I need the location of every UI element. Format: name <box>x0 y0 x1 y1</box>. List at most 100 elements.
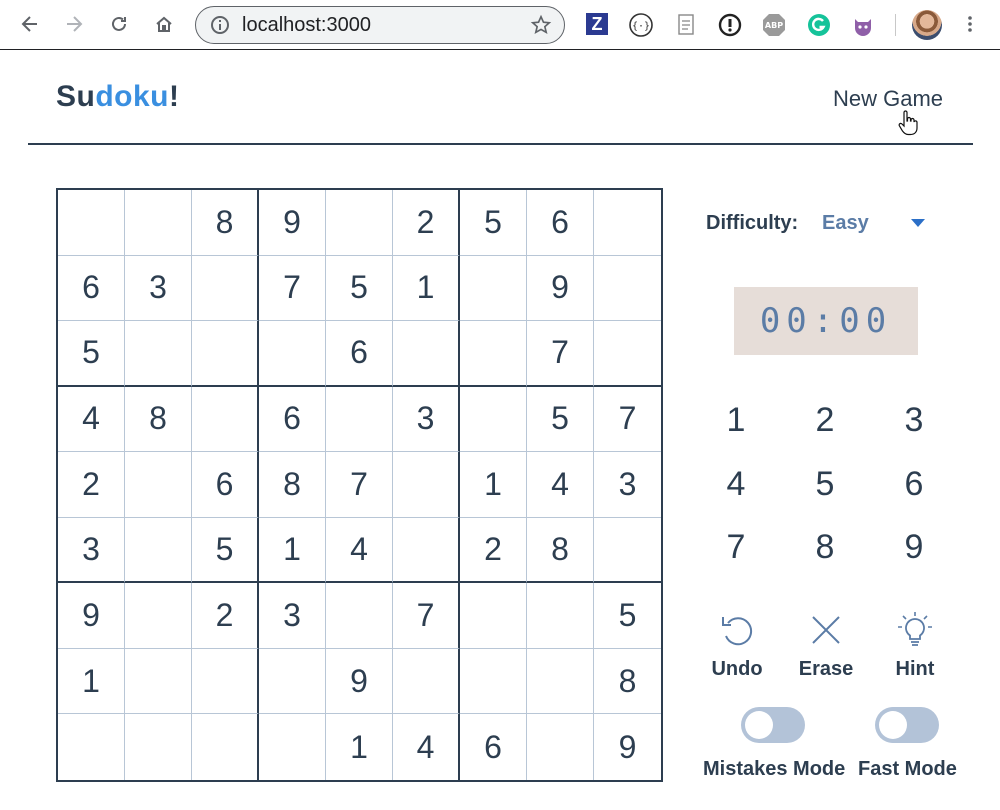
numpad-key-1[interactable]: 1 <box>711 395 761 445</box>
sudoku-cell-r1c3[interactable]: 8 <box>192 190 259 256</box>
sudoku-cell-r8c8[interactable] <box>527 648 594 715</box>
sudoku-cell-r5c2[interactable] <box>125 452 192 518</box>
numpad-key-2[interactable]: 2 <box>800 395 850 445</box>
sudoku-cell-r4c4[interactable]: 6 <box>259 386 326 453</box>
sudoku-cell-r6c7[interactable]: 2 <box>460 517 527 584</box>
sudoku-cell-r4c3[interactable] <box>192 386 259 453</box>
sudoku-cell-r5c7[interactable]: 1 <box>460 452 527 518</box>
forward-button[interactable] <box>60 10 88 38</box>
sudoku-cell-r4c2[interactable]: 8 <box>125 386 192 453</box>
sudoku-cell-r2c7[interactable] <box>460 255 527 322</box>
sudoku-cell-r6c9[interactable] <box>594 518 661 584</box>
sudoku-cell-r7c7[interactable] <box>460 583 527 649</box>
sudoku-cell-r6c3[interactable]: 5 <box>192 517 259 584</box>
sudoku-cell-r5c5[interactable]: 7 <box>326 452 393 518</box>
sudoku-cell-r2c6[interactable]: 1 <box>393 255 460 322</box>
profile-avatar[interactable] <box>912 10 942 40</box>
sudoku-cell-r6c2[interactable] <box>125 517 192 584</box>
sudoku-cell-r6c8[interactable]: 8 <box>527 517 594 584</box>
sudoku-cell-r3c5[interactable]: 6 <box>326 321 393 387</box>
sudoku-cell-r7c3[interactable]: 2 <box>192 583 259 649</box>
sudoku-cell-r7c1[interactable]: 9 <box>58 583 125 649</box>
sudoku-cell-r9c2[interactable] <box>125 714 192 780</box>
sudoku-cell-r9c7[interactable]: 6 <box>460 714 527 780</box>
sudoku-cell-r6c6[interactable] <box>393 517 460 584</box>
sudoku-cell-r3c3[interactable] <box>192 321 259 387</box>
sudoku-cell-r8c2[interactable] <box>125 648 192 715</box>
sudoku-cell-r1c1[interactable] <box>58 190 125 256</box>
sudoku-cell-r2c2[interactable]: 3 <box>125 255 192 322</box>
sudoku-cell-r3c6[interactable] <box>393 321 460 387</box>
sudoku-cell-r3c1[interactable]: 5 <box>58 321 125 387</box>
numpad-key-8[interactable]: 8 <box>800 522 850 572</box>
undo-button[interactable]: Undo <box>692 610 782 681</box>
sudoku-cell-r5c8[interactable]: 4 <box>527 452 594 518</box>
bookmark-star-icon[interactable] <box>530 14 552 36</box>
sudoku-cell-r3c7[interactable] <box>460 321 527 387</box>
zotero-extension-icon[interactable]: Z <box>586 13 608 35</box>
sudoku-cell-r4c5[interactable] <box>326 386 393 453</box>
sudoku-cell-r5c6[interactable] <box>393 452 460 518</box>
json-extension-icon[interactable]: {·} <box>628 12 654 38</box>
numpad-key-3[interactable]: 3 <box>889 395 939 445</box>
password-extension-icon[interactable] <box>717 12 743 38</box>
sudoku-cell-r7c5[interactable] <box>326 583 393 649</box>
sudoku-cell-r9c3[interactable] <box>192 714 259 780</box>
numpad-key-4[interactable]: 4 <box>711 459 761 509</box>
sudoku-cell-r7c9[interactable]: 5 <box>594 583 661 649</box>
sudoku-cell-r3c9[interactable] <box>594 321 661 387</box>
sudoku-cell-r9c6[interactable]: 4 <box>393 714 460 780</box>
new-game-button[interactable]: New Game <box>833 86 943 112</box>
sudoku-cell-r1c7[interactable]: 5 <box>460 190 527 256</box>
difficulty-select[interactable]: Easy <box>822 212 869 235</box>
sudoku-cell-r6c4[interactable]: 1 <box>259 517 326 584</box>
sudoku-cell-r1c2[interactable] <box>125 190 192 256</box>
sudoku-cell-r3c2[interactable] <box>125 321 192 387</box>
sudoku-cell-r4c7[interactable] <box>460 386 527 453</box>
sudoku-cell-r7c4[interactable]: 3 <box>259 583 326 649</box>
erase-button[interactable]: Erase <box>781 610 871 681</box>
sudoku-cell-r8c5[interactable]: 9 <box>326 648 393 715</box>
sudoku-cell-r3c8[interactable]: 7 <box>527 321 594 387</box>
sudoku-cell-r6c1[interactable]: 3 <box>58 517 125 584</box>
sudoku-cell-r8c3[interactable] <box>192 648 259 715</box>
sudoku-cell-r1c6[interactable]: 2 <box>393 190 460 256</box>
sudoku-cell-r9c4[interactable] <box>259 714 326 780</box>
sudoku-cell-r2c5[interactable]: 5 <box>326 255 393 322</box>
numpad-key-9[interactable]: 9 <box>889 522 939 572</box>
home-button[interactable] <box>150 10 178 38</box>
hint-button[interactable]: Hint <box>870 610 960 681</box>
back-button[interactable] <box>16 10 44 38</box>
sudoku-cell-r2c3[interactable] <box>192 255 259 322</box>
sudoku-cell-r2c1[interactable]: 6 <box>58 255 125 322</box>
sudoku-cell-r4c6[interactable]: 3 <box>393 386 460 453</box>
numpad-key-6[interactable]: 6 <box>889 459 939 509</box>
sudoku-cell-r9c1[interactable] <box>58 714 125 780</box>
grammarly-extension-icon[interactable] <box>806 12 832 38</box>
sudoku-cell-r1c5[interactable] <box>326 190 393 256</box>
sudoku-cell-r8c9[interactable]: 8 <box>594 649 661 715</box>
fast-mode-toggle[interactable] <box>875 707 939 743</box>
info-icon[interactable] <box>210 15 230 35</box>
sudoku-cell-r1c9[interactable] <box>594 190 661 256</box>
numpad-key-5[interactable]: 5 <box>800 459 850 509</box>
sudoku-cell-r5c9[interactable]: 3 <box>594 452 661 518</box>
sudoku-cell-r7c6[interactable]: 7 <box>393 583 460 649</box>
address-bar[interactable]: localhost:3000 <box>195 6 565 44</box>
sudoku-cell-r9c8[interactable] <box>527 714 594 780</box>
sudoku-cell-r1c4[interactable]: 9 <box>259 190 326 256</box>
sudoku-cell-r5c3[interactable]: 6 <box>192 452 259 518</box>
sudoku-cell-r8c4[interactable] <box>259 648 326 715</box>
adblock-extension-icon[interactable]: ABP <box>761 12 787 38</box>
sudoku-cell-r7c2[interactable] <box>125 583 192 649</box>
sudoku-cell-r8c7[interactable] <box>460 648 527 715</box>
sudoku-cell-r9c5[interactable]: 1 <box>326 714 393 780</box>
sudoku-cell-r2c8[interactable]: 9 <box>527 255 594 322</box>
document-extension-icon[interactable] <box>673 12 699 38</box>
sudoku-cell-r8c1[interactable]: 1 <box>58 648 125 715</box>
sudoku-cell-r6c5[interactable]: 4 <box>326 517 393 584</box>
sudoku-cell-r4c8[interactable]: 5 <box>527 386 594 453</box>
sudoku-cell-r9c9[interactable]: 9 <box>594 714 661 780</box>
browser-menu-button[interactable] <box>956 10 984 38</box>
numpad-key-7[interactable]: 7 <box>711 522 761 572</box>
